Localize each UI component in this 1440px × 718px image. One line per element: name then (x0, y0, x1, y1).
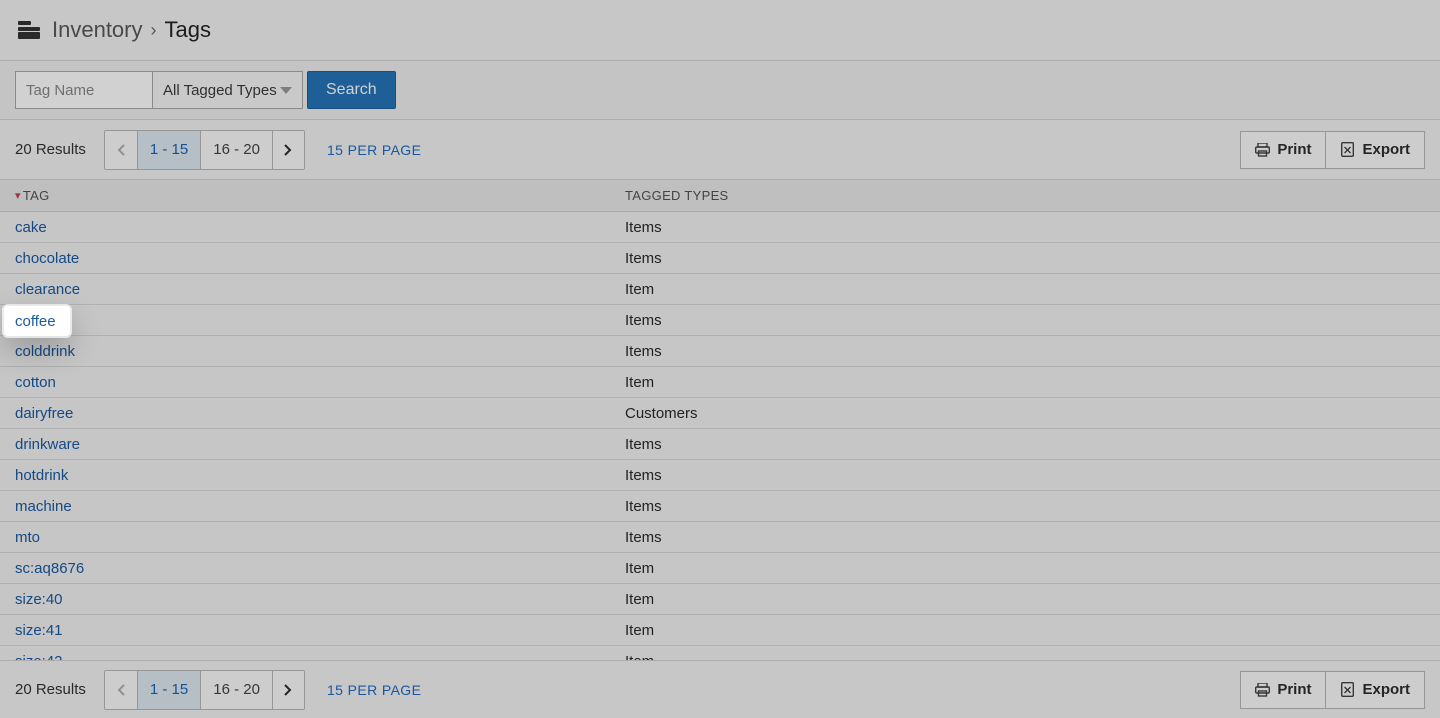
tagged-types-cell: Item (625, 622, 654, 639)
tag-link[interactable]: size:41 (0, 622, 625, 639)
page-range-selector-bottom: 1 - 15 16 - 20 (104, 670, 305, 710)
table-row: dairyfreeCustomers (0, 398, 1440, 429)
page-range-2[interactable]: 16 - 20 (200, 131, 272, 169)
export-button[interactable]: Export (1326, 131, 1425, 169)
tagged-types-cell: Item (625, 560, 654, 577)
pager-bottom: 20 Results 1 - 15 16 - 20 15 PER PAGE Pr… (0, 660, 1440, 718)
print-button-bottom[interactable]: Print (1240, 671, 1326, 709)
breadcrumb-parent[interactable]: Inventory (52, 17, 143, 43)
tag-link[interactable]: hotdrink (0, 467, 625, 484)
tag-link[interactable]: clearance (0, 281, 625, 298)
action-buttons: Print Export (1240, 131, 1425, 169)
page-range-1[interactable]: 1 - 15 (137, 131, 200, 169)
chevron-down-icon (280, 87, 292, 94)
tagged-types-cell: Items (625, 467, 662, 484)
table-row: clearanceItem (0, 274, 1440, 305)
column-header-tag-label: TAG (23, 188, 50, 203)
chevron-right-icon: › (151, 20, 157, 41)
page-range-1-bottom[interactable]: 1 - 15 (137, 671, 200, 709)
tag-link[interactable]: chocolate (0, 250, 625, 267)
page-prev-button-bottom[interactable] (105, 671, 137, 709)
export-button-bottom[interactable]: Export (1326, 671, 1425, 709)
page-next-button[interactable] (272, 131, 304, 169)
table-row: cakeItems (0, 212, 1440, 243)
tag-link[interactable]: colddrink (0, 343, 625, 360)
tag-link[interactable]: cotton (0, 374, 625, 391)
table-row: chocolateItems (0, 243, 1440, 274)
tag-link[interactable]: size:40 (0, 591, 625, 608)
print-button-label: Print (1277, 681, 1311, 698)
tagged-types-cell: Items (625, 343, 662, 360)
table-row: hotdrinkItems (0, 460, 1440, 491)
tagged-types-filter[interactable]: All Tagged Types (153, 71, 303, 109)
tagged-types-cell: Items (625, 436, 662, 453)
print-icon (1255, 682, 1270, 697)
tag-link[interactable]: machine (0, 498, 625, 515)
tag-link[interactable]: coffee (0, 312, 625, 329)
table-row: machineItems (0, 491, 1440, 522)
action-buttons-bottom: Print Export (1240, 671, 1425, 709)
tagged-types-cell: Items (625, 250, 662, 267)
search-button[interactable]: Search (307, 71, 396, 109)
tag-name-input[interactable] (15, 71, 153, 109)
table-row: coffeeItems (0, 305, 1440, 336)
tagged-types-cell: Item (625, 591, 654, 608)
tagged-types-cell: Customers (625, 405, 698, 422)
breadcrumb-current: Tags (165, 17, 211, 43)
tag-link[interactable]: dairyfree (0, 405, 625, 422)
table-row: colddrinkItems (0, 336, 1440, 367)
table-header: ▾ TAG TAGGED TYPES (0, 180, 1440, 212)
column-header-tag[interactable]: ▾ TAG (0, 188, 625, 203)
tag-link[interactable]: sc:aq8676 (0, 560, 625, 577)
tagged-types-cell: Item (625, 281, 654, 298)
results-count-bottom: 20 Results (15, 681, 86, 698)
print-button-label: Print (1277, 141, 1311, 158)
pager-top: 20 Results 1 - 15 16 - 20 15 PER PAGE Pr… (0, 120, 1440, 180)
export-button-label: Export (1362, 141, 1410, 158)
table-row: cottonItem (0, 367, 1440, 398)
search-bar: All Tagged Types Search (0, 61, 1440, 120)
page-range-selector: 1 - 15 16 - 20 (104, 130, 305, 170)
tagged-types-cell: Item (625, 374, 654, 391)
page-range-2-bottom[interactable]: 16 - 20 (200, 671, 272, 709)
export-icon (1340, 142, 1355, 157)
table-row: sc:aq8676Item (0, 553, 1440, 584)
page-next-button-bottom[interactable] (272, 671, 304, 709)
page-prev-button[interactable] (105, 131, 137, 169)
print-icon (1255, 142, 1270, 157)
table-row: mtoItems (0, 522, 1440, 553)
export-icon (1340, 682, 1355, 697)
table-row: size:41Item (0, 615, 1440, 646)
breadcrumb-header: Inventory › Tags (0, 0, 1440, 61)
per-page-link-bottom[interactable]: 15 PER PAGE (327, 682, 421, 698)
tagged-types-filter-label: All Tagged Types (163, 82, 277, 99)
tag-link[interactable]: cake (0, 219, 625, 236)
per-page-link[interactable]: 15 PER PAGE (327, 142, 421, 158)
print-button[interactable]: Print (1240, 131, 1326, 169)
tagged-types-cell: Items (625, 219, 662, 236)
inventory-icon (18, 21, 40, 39)
tag-link[interactable]: drinkware (0, 436, 625, 453)
tag-link[interactable]: mto (0, 529, 625, 546)
export-button-label: Export (1362, 681, 1410, 698)
tagged-types-cell: Items (625, 529, 662, 546)
sort-asc-icon: ▾ (15, 189, 21, 202)
table-body: cakeItemschocolateItemsclearanceItemcoff… (0, 212, 1440, 677)
table-row: size:40Item (0, 584, 1440, 615)
tagged-types-cell: Items (625, 498, 662, 515)
table-row: drinkwareItems (0, 429, 1440, 460)
tagged-types-cell: Items (625, 312, 662, 329)
results-count: 20 Results (15, 141, 86, 158)
column-header-types[interactable]: TAGGED TYPES (625, 188, 1440, 203)
